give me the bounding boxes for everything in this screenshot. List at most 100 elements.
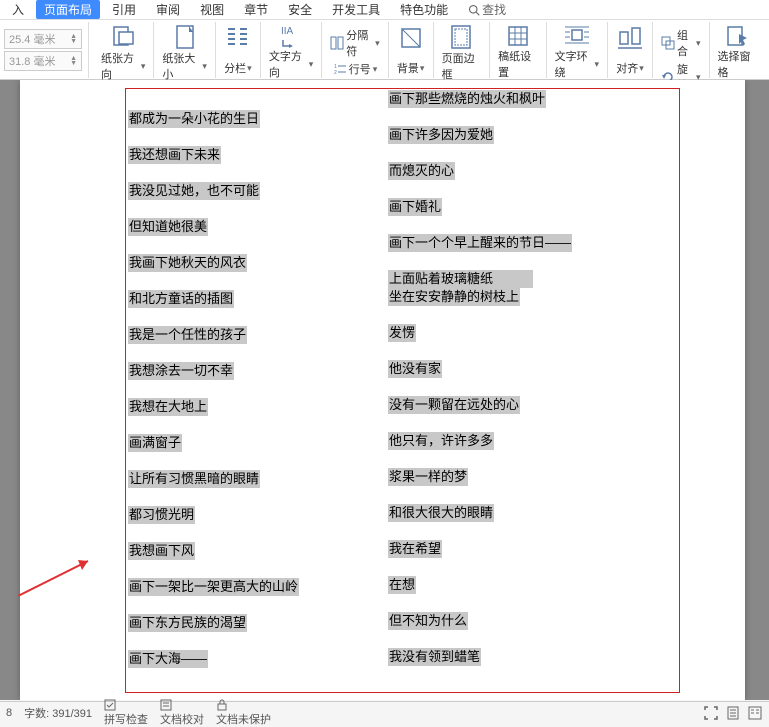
group-button[interactable]: 组合▾ — [659, 26, 703, 60]
line-number-button[interactable]: 12 行号▾ — [331, 60, 380, 78]
view-mode-print-icon[interactable] — [725, 705, 741, 721]
text-line[interactable]: 都成为一朵小花的生日 — [128, 110, 260, 128]
spinner-icon[interactable]: ▲▼ — [70, 34, 77, 44]
text-line[interactable]: 画满窗子 — [128, 434, 182, 452]
spinner-icon[interactable]: ▲▼ — [70, 56, 77, 66]
tab-view[interactable]: 视图 — [192, 0, 232, 19]
text-line[interactable]: 画下一个个早上醒来的节日—— — [388, 234, 572, 252]
text-line[interactable]: 我没见过她，也不可能 — [128, 182, 260, 200]
separator-button[interactable]: 分隔符▾ — [328, 26, 381, 60]
direction-button[interactable]: IIA 文字方向▾ — [261, 22, 322, 78]
margin-height-input[interactable]: 31.8 毫米 ▲▼ — [4, 51, 82, 71]
text-line[interactable]: 他只有，许许多多 — [388, 432, 494, 450]
text-line[interactable]: 我想涂去一切不幸 — [128, 362, 234, 380]
text-line[interactable]: 上面贴着玻璃糖纸 — [388, 270, 533, 288]
tab-security[interactable]: 安全 — [280, 0, 320, 19]
margin-width-input[interactable]: 25.4 毫米 ▲▼ — [4, 29, 82, 49]
text-line[interactable]: 画下许多因为爱她 — [388, 126, 494, 144]
text-line[interactable]: 和很大很大的眼睛 — [388, 504, 494, 522]
text-line[interactable]: 但不知为什么 — [388, 612, 468, 630]
chevron-down-icon: ▾ — [202, 61, 207, 72]
orientation-button[interactable]: 纸张方向▾ — [93, 22, 154, 78]
text-line[interactable]: 我是一个任性的孩子 — [128, 326, 247, 344]
text-line[interactable]: 和北方童话的插图 — [128, 290, 234, 308]
text-line[interactable]: 画下大海—— — [128, 650, 208, 668]
text-line[interactable]: 我在希望 — [388, 540, 442, 558]
status-bar: 8 字数: 391/391 拼写检查 文档校对 文档未保护 — [0, 701, 769, 723]
text-wrap-button[interactable]: 文字环绕▾ — [547, 22, 608, 78]
tab-chapter[interactable]: 章节 — [236, 0, 276, 19]
text-line[interactable]: 我想在大地上 — [128, 398, 208, 416]
letterhead-button[interactable]: 稿纸设置 — [490, 22, 546, 78]
text-line[interactable]: 但知道她很美 — [128, 218, 208, 236]
proofing-icon — [160, 699, 204, 711]
text-line[interactable]: 发愣 — [388, 324, 416, 342]
text-line[interactable]: 让所有习惯黑暗的眼睛 — [128, 470, 260, 488]
columns-button[interactable]: 分栏▾ — [216, 22, 261, 78]
text-line[interactable]: 画下婚礼 — [388, 198, 442, 216]
text-columns: 都成为一朵小花的生日 我还想画下未来 我没见过她，也不可能 但知道她很美 我画下… — [128, 90, 673, 690]
text-line[interactable]: 在想 — [388, 576, 416, 594]
text-line[interactable]: 画下一架比一架更高大的山岭 — [128, 578, 299, 596]
lock-icon — [216, 699, 271, 711]
tab-search[interactable]: 查找 — [468, 1, 506, 18]
letterhead-label: 稿纸设置 — [498, 48, 537, 80]
column-2: 画下那些燃烧的烛火和枫叶 画下许多因为爱她 而熄灭的心 画下婚礼 画下一个个早上… — [388, 90, 673, 690]
tab-bar: 入 页面布局 引用 审阅 视图 章节 安全 开发工具 特色功能 查找 — [0, 0, 769, 20]
text-line[interactable]: 我想画下风 — [128, 542, 195, 560]
page-indicator[interactable]: 8 — [6, 707, 12, 719]
text-line[interactable]: 没有一颗留在远处的心 — [388, 396, 520, 414]
spellcheck-label: 拼写检查 — [104, 714, 148, 726]
chevron-down-icon: ▾ — [696, 38, 701, 49]
text-line[interactable]: 坐在安安静静的树枝上 — [388, 288, 520, 306]
text-line[interactable]: 画下那些燃烧的烛火和枫叶 — [388, 90, 546, 108]
text-line[interactable]: 我画下她秋天的风衣 — [128, 254, 247, 272]
margin-width-value: 25.4 毫米 — [9, 31, 55, 47]
text-line[interactable]: 他没有家 — [388, 360, 442, 378]
view-mode-outline-icon[interactable] — [747, 705, 763, 721]
orientation-label: 纸张方向 — [101, 50, 140, 82]
proofing-label: 文档校对 — [160, 714, 204, 726]
margin-height-value: 31.8 毫米 — [9, 53, 55, 69]
protection-label: 文档未保护 — [216, 714, 271, 726]
search-icon — [468, 4, 480, 16]
text-line[interactable]: 都习惯光明 — [128, 506, 195, 524]
page: 都成为一朵小花的生日 我还想画下未来 我没见过她，也不可能 但知道她很美 我画下… — [20, 80, 745, 700]
text-wrap-icon — [563, 24, 591, 48]
page-border-button[interactable]: 页面边框 — [434, 22, 490, 78]
word-count[interactable]: 字数: 391/391 — [24, 705, 92, 721]
text-line[interactable]: 浆果一样的梦 — [388, 468, 468, 486]
tab-references[interactable]: 引用 — [104, 0, 144, 19]
proofing-button[interactable]: 文档校对 — [160, 699, 204, 727]
group-icon — [661, 36, 675, 50]
size-icon — [171, 24, 199, 50]
group-label: 组合 — [677, 27, 694, 59]
align-button[interactable]: 对齐▾ — [608, 22, 653, 78]
fullscreen-icon[interactable] — [703, 705, 719, 721]
tab-dev-tools[interactable]: 开发工具 — [324, 0, 388, 19]
chevron-down-icon: ▾ — [594, 59, 599, 70]
tab-review[interactable]: 审阅 — [148, 0, 188, 19]
spellcheck-button[interactable]: 拼写检查 — [104, 699, 148, 727]
tab-insert[interactable]: 入 — [4, 0, 32, 19]
chevron-down-icon: ▾ — [247, 63, 252, 74]
group-rotate-group: 组合▾ 旋转▾ — [653, 22, 710, 78]
separator-icon — [330, 36, 344, 50]
text-line[interactable]: 画下东方民族的渴望 — [128, 614, 247, 632]
separator-group: 分隔符▾ 12 行号▾ — [322, 22, 388, 78]
text-wrap-label: 文字环绕 — [555, 48, 594, 80]
document-area[interactable]: 都成为一朵小花的生日 我还想画下未来 我没见过她，也不可能 但知道她很美 我画下… — [0, 80, 769, 700]
text-line[interactable]: 而熄灭的心 — [388, 162, 455, 180]
page-border-icon — [447, 24, 475, 50]
size-button[interactable]: 纸张大小▾ — [154, 22, 215, 78]
align-icon — [616, 24, 644, 52]
text-line[interactable]: 我没有领到蜡笔 — [388, 648, 481, 666]
svg-text:IIA: IIA — [281, 26, 294, 37]
select-pane-button[interactable]: 选择窗格 — [710, 22, 765, 78]
protection-button[interactable]: 文档未保护 — [216, 699, 271, 727]
tab-page-layout[interactable]: 页面布局 — [36, 0, 100, 19]
text-line[interactable]: 我还想画下未来 — [128, 146, 221, 164]
chevron-down-icon: ▾ — [420, 63, 425, 74]
tab-features[interactable]: 特色功能 — [392, 0, 456, 19]
background-button[interactable]: 背景▾ — [389, 22, 434, 78]
